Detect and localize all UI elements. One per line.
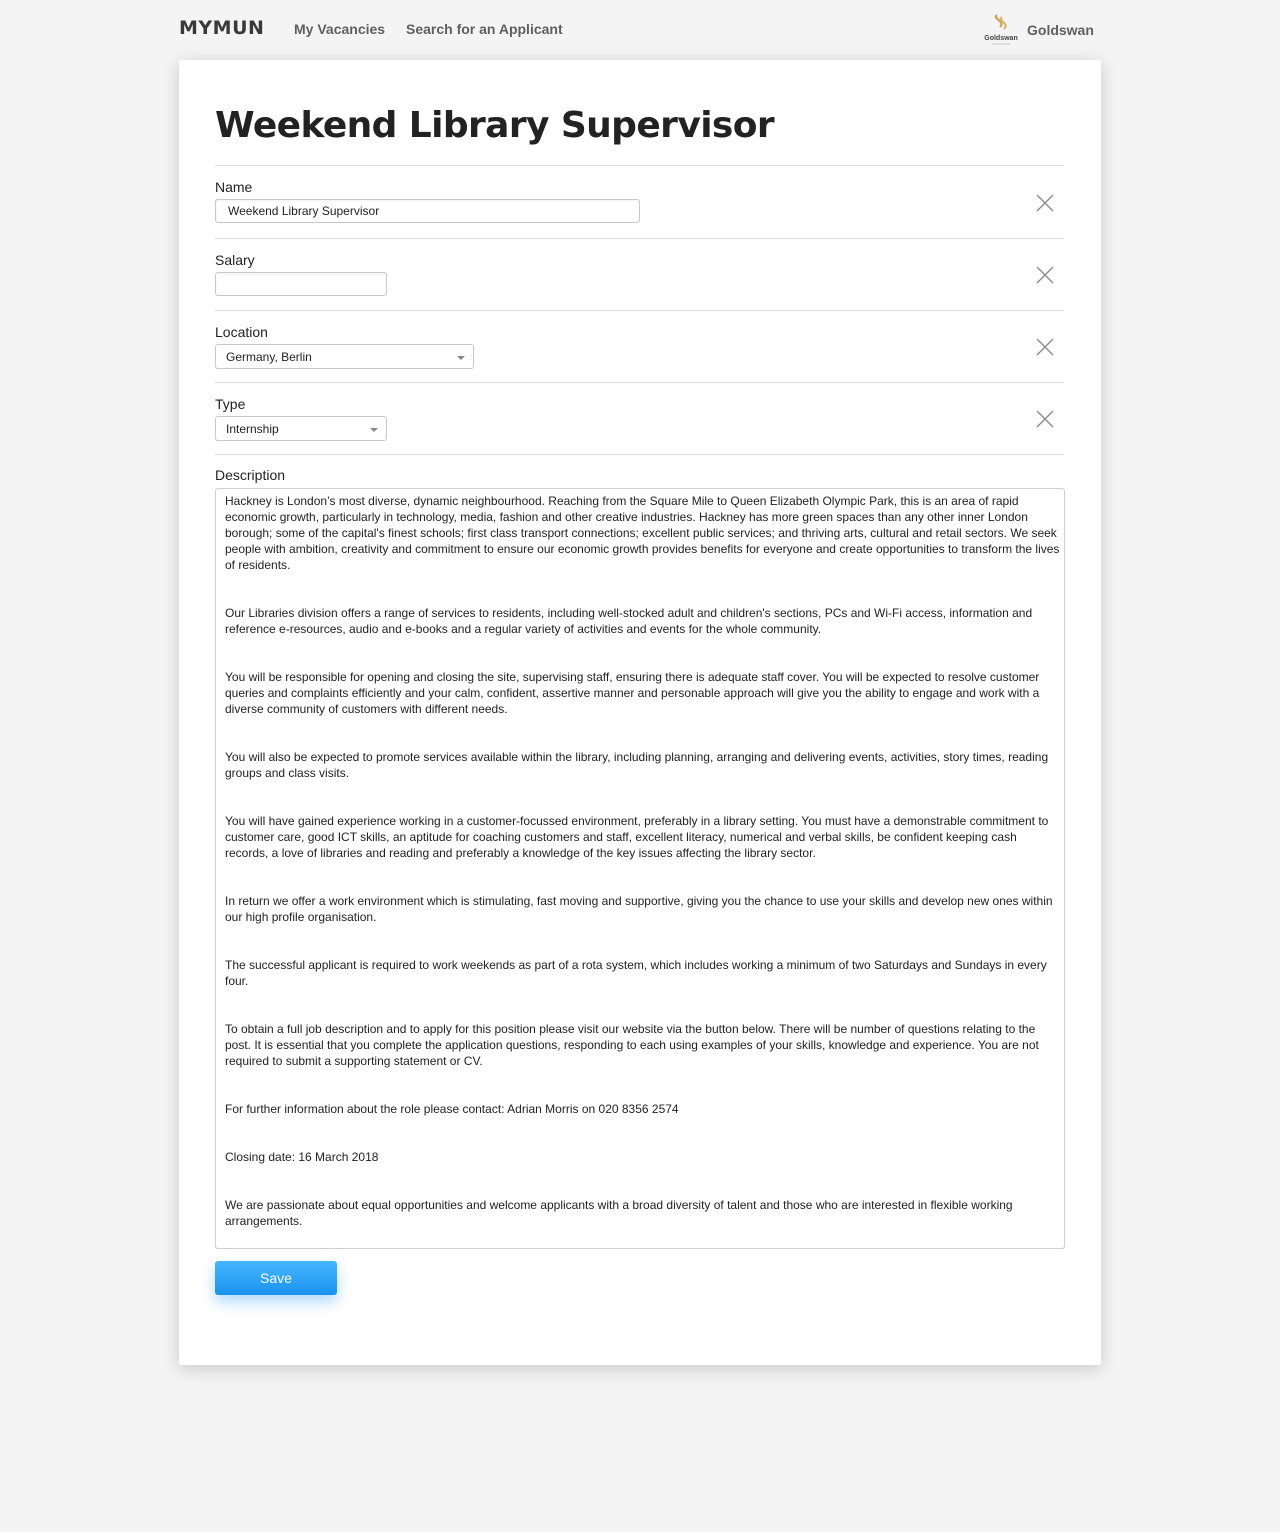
description-paragraph: Hackney is London’s most diverse, dynami… [225,494,1060,572]
close-icon[interactable] [1036,266,1054,284]
description-paragraph: To obtain a full job description and to … [225,1022,1039,1068]
description-paragraph: For further information about the role p… [225,1102,679,1116]
save-button[interactable]: Save [215,1261,337,1295]
chevron-down-icon [370,428,378,432]
brand-logo[interactable]: MYMUN [179,17,264,39]
salary-input[interactable] [215,272,387,296]
description-paragraph: You will be responsible for opening and … [225,670,1040,716]
name-input[interactable] [215,199,640,223]
location-label: Location [215,324,268,340]
nav-my-vacancies[interactable]: My Vacancies [294,21,385,37]
field-row-type: Type Internship [215,382,1064,454]
chevron-down-icon [457,356,465,360]
location-select[interactable]: Germany, Berlin [215,344,474,369]
field-row-name: Name [215,165,1064,238]
vacancy-editor-card: Weekend Library Supervisor Name Salary L… [179,60,1101,1365]
description-paragraph: Closing date: 16 March 2018 [225,1150,379,1164]
name-label: Name [215,179,253,195]
top-navigation: MYMUN My Vacancies Search for an Applica… [0,0,1280,60]
description-paragraph: In return we offer a work environment wh… [225,894,1053,924]
description-textarea[interactable]: Hackney is London’s most diverse, dynami… [215,488,1065,1249]
description-paragraph: You will have gained experience working … [225,814,1049,860]
org-logo-text: Goldswan [984,35,1017,42]
close-icon[interactable] [1036,410,1054,428]
description-paragraph: We are passionate about equal opportunit… [225,1198,1013,1228]
location-select-value: Germany, Berlin [226,350,312,364]
close-icon[interactable] [1036,338,1054,356]
salary-label: Salary [215,252,255,268]
field-row-location: Location Germany, Berlin [215,310,1064,382]
page-title: Weekend Library Supervisor [215,105,775,146]
description-paragraph: You will also be expected to promote ser… [225,750,1049,780]
type-select[interactable]: Internship [215,416,387,441]
description-label: Description [215,467,286,483]
close-icon[interactable] [1036,194,1054,212]
description-paragraph: The successful applicant is required to … [225,958,1047,988]
description-paragraph: Our Libraries division offers a range of… [225,606,1033,636]
type-label: Type [215,396,246,412]
divider [215,454,1064,455]
type-select-value: Internship [226,422,279,436]
org-logo[interactable]: Goldswan [980,13,1022,47]
field-row-salary: Salary [215,238,1064,310]
nav-search-applicant[interactable]: Search for an Applicant [406,21,563,37]
org-name[interactable]: Goldswan [1027,22,1094,38]
